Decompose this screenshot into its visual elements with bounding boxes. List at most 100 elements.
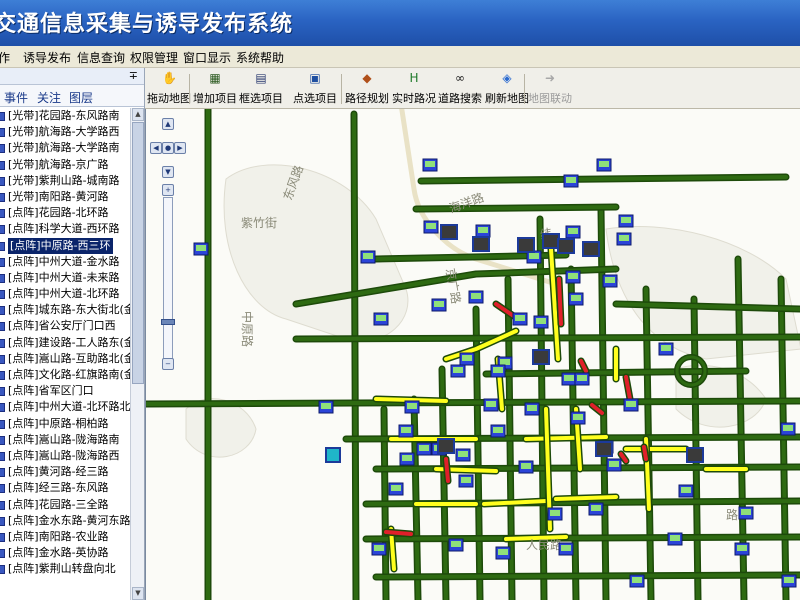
pan-right-icon[interactable]: ▶ bbox=[174, 142, 186, 154]
menu-item-guidance[interactable]: 诱导发布 bbox=[23, 49, 71, 66]
sign-device-icon bbox=[0, 387, 5, 397]
list-item[interactable]: [点阵]嵩山路-互助路北(金水 bbox=[0, 351, 130, 367]
list-item[interactable]: [光带]紫荆山路-城南路 bbox=[0, 173, 130, 189]
sign-device-icon bbox=[0, 273, 5, 283]
list-item[interactable]: [光带]南阳路-黄河路 bbox=[0, 189, 130, 205]
guidance-sign-screen bbox=[402, 455, 412, 461]
offline-sign-marker bbox=[437, 438, 455, 454]
list-item[interactable]: [点阵]南阳路-农业路 bbox=[0, 529, 130, 545]
road-segment bbox=[384, 530, 413, 536]
list-item[interactable]: [点阵]中州大道-北环路 bbox=[0, 286, 130, 302]
menu-item-query[interactable]: 信息查询 bbox=[77, 49, 125, 66]
menu-item-window[interactable]: 窗口显示 bbox=[183, 49, 231, 66]
hand-button[interactable]: ✋ 拖动地图 bbox=[147, 71, 191, 107]
menu-item-help[interactable]: 系统帮助 bbox=[236, 49, 284, 66]
toolbar-separator bbox=[524, 74, 525, 104]
list-item[interactable]: [点阵]省公安厅门口西 bbox=[0, 318, 130, 334]
realtime-traffic-button[interactable]: H 实时路况 bbox=[392, 71, 436, 107]
zoom-slider-handle[interactable] bbox=[161, 319, 175, 325]
list-item[interactable]: [点阵]黄河路-经三路 bbox=[0, 464, 130, 480]
zoom-out-icon[interactable]: − bbox=[162, 358, 174, 370]
pin-icon[interactable]: ∓ bbox=[129, 69, 138, 82]
sign-device-icon bbox=[0, 419, 5, 429]
list-item-label: [点阵]嵩山路-互助路北(金水 bbox=[8, 351, 130, 365]
list-item-label: [光带]航海路-大学路西 bbox=[8, 125, 120, 139]
guidance-sign-screen bbox=[486, 401, 496, 407]
list-item[interactable]: [点阵]中州大道-未来路 bbox=[0, 270, 130, 286]
toolbar-button-label: 增加项目 bbox=[193, 92, 237, 105]
zoom-track[interactable] bbox=[163, 197, 173, 359]
guidance-sign-screen bbox=[498, 549, 508, 555]
guidance-sign-screen bbox=[401, 427, 411, 433]
list-item-label: [点阵]科学大道-西环路 bbox=[8, 222, 120, 236]
scroll-down-icon[interactable]: ▼ bbox=[132, 587, 144, 600]
list-item[interactable]: [点阵]文化路-红旗路南(金水 bbox=[0, 367, 130, 383]
list-item[interactable]: [点阵]经三路-东风路 bbox=[0, 480, 130, 496]
pan-center-icon[interactable]: ● bbox=[162, 142, 174, 154]
list-item[interactable]: [点阵]科学大道-西环路 bbox=[0, 221, 130, 237]
offline-sign-marker bbox=[517, 237, 535, 253]
sign-device-icon bbox=[0, 484, 5, 494]
menu-item-permission[interactable]: 权限管理 bbox=[130, 49, 178, 66]
map-toolbar: ✋ 拖动地图 ▦ 增加项目 ▤ 框选项目 ▣ 点选项目 ◆ 路径规划 H 实时路况 ∞ 道路搜索 ◈ 刷新地图… bbox=[145, 68, 800, 109]
list-item[interactable]: [点阵]中原路-西三环 bbox=[0, 237, 130, 254]
list-item[interactable]: [点阵]省军区门口 bbox=[0, 383, 130, 399]
scroll-up-icon[interactable]: ▲ bbox=[132, 108, 144, 121]
guidance-sign-screen bbox=[493, 427, 503, 433]
scroll-thumb[interactable] bbox=[132, 122, 144, 384]
list-item[interactable]: [光带]航海路-大学路西 bbox=[0, 124, 130, 140]
list-item[interactable]: [点阵]金水路-英协路 bbox=[0, 545, 130, 561]
street-label: 中原路 bbox=[240, 311, 255, 347]
pan-left-icon[interactable]: ◀ bbox=[150, 142, 162, 154]
list-scrollbar[interactable]: ▲ ▼ bbox=[130, 108, 144, 600]
sign-device-icon bbox=[0, 160, 5, 170]
pan-down-icon[interactable]: ▼ bbox=[162, 166, 174, 178]
point-select-button[interactable]: ▣ 点选项目 bbox=[293, 71, 337, 107]
guidance-sign-screen bbox=[478, 227, 488, 233]
route-plan-button[interactable]: ◆ 路径规划 bbox=[345, 71, 389, 107]
road-segment bbox=[364, 535, 800, 541]
guidance-sign-screen bbox=[784, 577, 794, 583]
list-item-label: [点阵]中州大道-北环路 bbox=[8, 287, 120, 301]
sign-device-icon bbox=[0, 176, 5, 186]
box-select-button[interactable]: ▤ 框选项目 bbox=[239, 71, 283, 107]
road-network-map[interactable]: 海洋路东风路紫竹街中原路京广路人民路纬路 bbox=[146, 109, 800, 600]
tab-watch[interactable]: 关注 bbox=[37, 89, 61, 106]
list-item[interactable]: [点阵]嵩山路-陇海路南 bbox=[0, 432, 130, 448]
add-item-button[interactable]: ▦ 增加项目 bbox=[193, 71, 237, 107]
list-item-label: [点阵]文化路-红旗路南(金水 bbox=[8, 368, 130, 381]
list-item[interactable]: [点阵]中原路-桐柏路 bbox=[0, 416, 130, 432]
tab-layers[interactable]: 图层 bbox=[69, 89, 93, 106]
list-item[interactable]: [点阵]花园路-三全路 bbox=[0, 497, 130, 513]
guidance-sign-screen bbox=[434, 301, 444, 307]
list-item[interactable]: [点阵]城东路-东大街北(金水 bbox=[0, 302, 130, 318]
list-item[interactable]: [点阵]中州大道-金水路 bbox=[0, 254, 130, 270]
list-item[interactable]: [点阵]花园路-北环路 bbox=[0, 205, 130, 221]
guidance-sign-screen bbox=[561, 545, 571, 551]
list-item[interactable]: [点阵]建设路-工人路东(金水 bbox=[0, 335, 130, 351]
list-item[interactable]: [点阵]嵩山路-陇海路西 bbox=[0, 448, 130, 464]
guidance-sign-screen bbox=[741, 509, 751, 515]
binoculars-button[interactable]: ∞ 道路搜索 bbox=[438, 71, 482, 107]
guidance-sign-screen bbox=[737, 545, 747, 551]
guidance-sign-screen bbox=[626, 401, 636, 407]
zoom-in-icon[interactable]: + bbox=[162, 184, 174, 196]
list-item[interactable]: [光带]航海路-京广路 bbox=[0, 157, 130, 173]
toolbar-separator bbox=[341, 74, 342, 104]
toolbar-button-label: 框选项目 bbox=[239, 92, 283, 105]
panel-tabs: 事件 关注 图层 bbox=[0, 85, 144, 107]
menu-item-operate[interactable]: 作 bbox=[0, 49, 10, 66]
list-item[interactable]: [点阵]中州大道-北环路北(联 bbox=[0, 399, 130, 415]
list-item[interactable]: [点阵]金水东路-黄河东路 bbox=[0, 513, 130, 529]
list-item[interactable]: [点阵]紫荆山转盘向北 bbox=[0, 561, 130, 577]
list-item[interactable]: [光带]花园路-东风路南 bbox=[0, 108, 130, 124]
list-item[interactable]: [光带]航海路-大学路南 bbox=[0, 140, 130, 156]
map-link-button[interactable]: ➜ 地图联动 bbox=[528, 71, 572, 107]
toolbar-button-label: 点选项目 bbox=[293, 92, 337, 105]
pan-up-icon[interactable]: ▲ bbox=[162, 118, 174, 130]
refresh-button[interactable]: ◈ 刷新地图 bbox=[485, 71, 529, 107]
guidance-sign-screen bbox=[605, 277, 615, 283]
map-view[interactable]: 海洋路东风路紫竹街中原路京广路人民路纬路 ▲ ◀ ● ▶ ▼ + − bbox=[145, 109, 800, 600]
guidance-sign-screen bbox=[500, 359, 510, 365]
tab-events[interactable]: 事件 bbox=[4, 89, 28, 106]
